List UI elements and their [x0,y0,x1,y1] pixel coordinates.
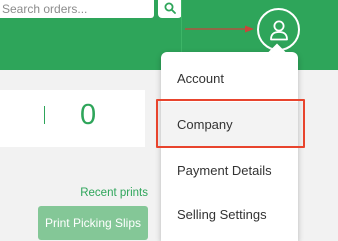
stats-card: 0 [0,90,145,147]
menu-item-account[interactable]: Account [161,56,298,100]
search-input[interactable] [0,0,154,18]
menu-item-payment-details[interactable]: Payment Details [161,148,298,192]
user-icon [269,20,288,40]
stat-value: 0 [80,99,97,131]
search-field[interactable] [0,0,154,18]
stat-divider [44,106,45,124]
search-button[interactable] [158,0,182,18]
menu-item-selling-settings[interactable]: Selling Settings [161,192,298,236]
search-icon [164,2,176,14]
highlight-box-annotation [156,99,305,148]
pointer-arrow-annotation [185,25,254,33]
recent-prints-link[interactable]: Recent prints [80,187,148,199]
print-picking-slips-button[interactable]: Print Picking Slips [38,206,148,240]
